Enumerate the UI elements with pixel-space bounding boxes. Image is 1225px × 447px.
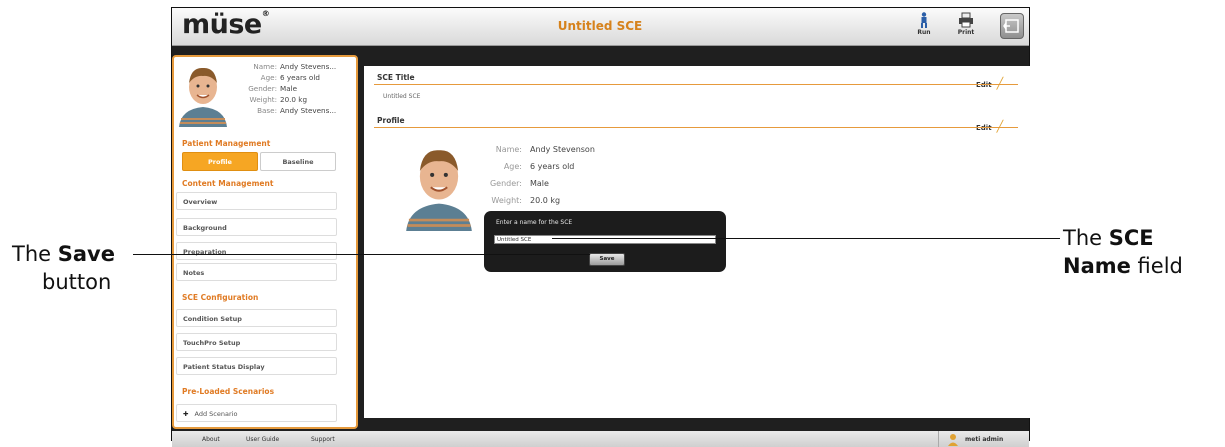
profile-edit-button[interactable]: Edit ╱ [976,115,1003,134]
run-icon [921,12,927,28]
sidebar-item-notes[interactable]: Notes [176,263,337,281]
sce-title-edit-button[interactable]: Edit ╱ [976,72,1003,91]
sidebar-item-patient-status-display[interactable]: Patient Status Display [176,357,337,375]
footer-link-support[interactable]: Support [311,436,335,443]
divider [938,431,939,447]
sidebar-item-touchpro-setup[interactable]: TouchPro Setup [176,333,337,351]
patient-summary: Name: Andy Stevens... Age: 6 years old Gen… [248,62,337,115]
add-scenario-button[interactable]: ✚ Add Scenario [176,404,337,422]
plus-icon: ✚ [183,410,189,418]
save-callout-label-line2: button [42,270,112,294]
profile-details: Name: Andy Stevenson Age: 6 years old Gend… [489,145,595,205]
print-label: Print [957,29,975,36]
app-title: Untitled SCE [557,19,643,33]
edit-label: Edit [976,81,992,89]
user-name: meti admin [965,436,1004,443]
save-callout-line [133,254,590,255]
print-button[interactable]: Print [952,12,980,36]
footer-link-about[interactable]: About [202,436,220,443]
profile-button[interactable]: Profile [182,152,258,171]
sidebar-item-overview[interactable]: Overview [176,192,337,210]
footer-link-user-guide[interactable]: User Guide [246,436,279,443]
sce-name-callout-label: The SCE [1063,226,1154,250]
sce-name-field[interactable] [494,235,716,244]
sidebar-item-preparation[interactable]: Preparation [176,242,337,260]
save-button[interactable]: Save [589,253,625,266]
user-icon [948,434,958,446]
divider [374,127,1018,128]
sidebar-item-condition-setup[interactable]: Condition Setup [176,309,337,327]
exit-icon [1003,19,1019,33]
edit-label: Edit [976,124,992,132]
save-callout-label: The Save [12,242,115,266]
sidebar-item-background[interactable]: Background [176,218,337,236]
sce-configuration-heading: SCE Configuration [182,293,259,302]
divider [374,84,1018,85]
patient-management-heading: Patient Management [182,139,271,148]
sce-title-label: SCE Title [377,73,415,82]
patient-photo [400,138,478,231]
patient-avatar [175,59,231,127]
sce-name-callout-line [552,238,1060,239]
sce-name-callout-label-line2: Name field [1063,254,1183,278]
exit-button[interactable] [1000,13,1024,39]
content-management-heading: Content Management [182,179,274,188]
muse-logo: müse® [182,9,270,40]
baseline-button[interactable]: Baseline [260,152,336,171]
footer-bar [172,431,1029,447]
pre-loaded-scenarios-heading: Pre-Loaded Scenarios [182,387,275,396]
profile-section-label: Profile [377,116,405,125]
run-button[interactable]: Run [910,12,938,36]
sce-title-value: Untitled SCE [383,93,421,100]
run-label: Run [917,29,931,36]
printer-icon [959,12,973,28]
dialog-prompt: Enter a name for the SCE [496,219,573,226]
add-scenario-label: Add Scenario [194,410,238,418]
